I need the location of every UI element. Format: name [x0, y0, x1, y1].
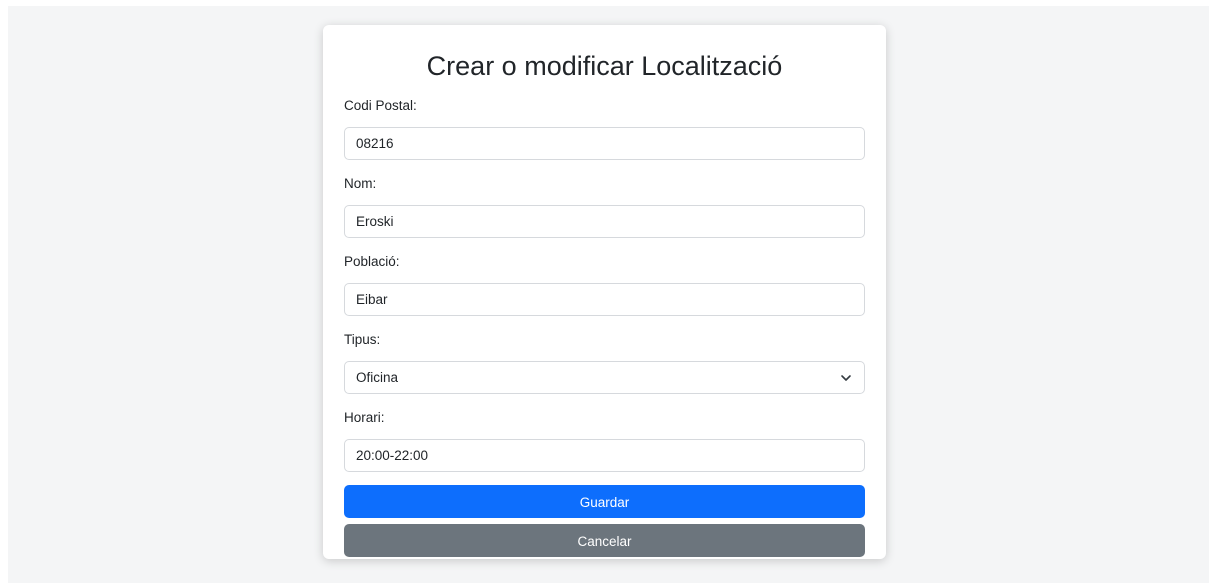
- horari-input[interactable]: 20:00-22:00: [344, 439, 865, 472]
- chevron-down-icon: [841, 375, 851, 381]
- cancel-button[interactable]: Cancelar: [344, 524, 865, 557]
- tipus-label: Tipus:: [344, 332, 381, 347]
- horari-label: Horari:: [344, 410, 385, 425]
- form-title: Crear o modificar Localització: [426, 51, 783, 81]
- save-button[interactable]: Guardar: [344, 485, 865, 518]
- tipus-select-value: Oficina: [356, 370, 399, 385]
- page-background: Crear o modificar Localització Codi Post…: [8, 6, 1209, 583]
- codi-postal-label: Codi Postal:: [344, 98, 417, 113]
- location-form-card: Crear o modificar Localització Codi Post…: [323, 25, 886, 559]
- nom-label: Nom:: [344, 176, 377, 191]
- codi-postal-input[interactable]: 08216: [344, 127, 865, 160]
- nom-input[interactable]: Eroski: [344, 205, 865, 238]
- poblacio-input[interactable]: Eibar: [344, 283, 865, 316]
- poblacio-label: Població:: [344, 254, 400, 269]
- tipus-select[interactable]: Oficina: [344, 361, 865, 394]
